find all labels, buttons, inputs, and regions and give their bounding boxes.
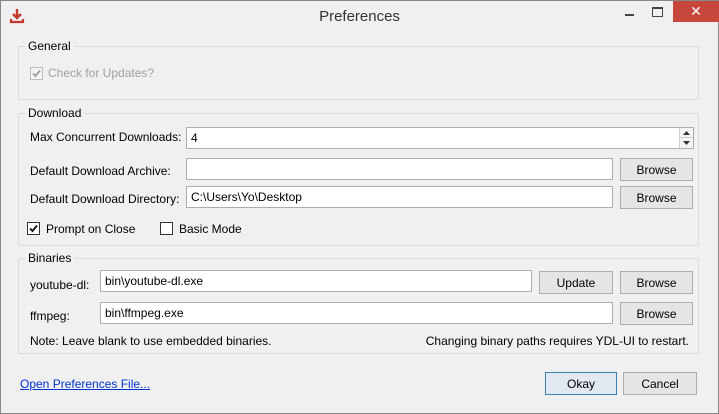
general-group: General Check for Updates? bbox=[18, 39, 699, 100]
youtube-dl-browse-label: Browse bbox=[636, 275, 677, 290]
prompt-on-close-checkbox[interactable] bbox=[27, 222, 40, 235]
archive-browse-button[interactable]: Browse bbox=[620, 158, 693, 181]
minimize-button[interactable] bbox=[616, 2, 643, 22]
okay-label: Okay bbox=[566, 376, 595, 391]
checkmark-icon bbox=[29, 224, 38, 233]
ffmpeg-label: ffmpeg: bbox=[30, 309, 70, 323]
youtube-dl-browse-button[interactable]: Browse bbox=[620, 271, 693, 294]
dialog-body: General Check for Updates? Download Max … bbox=[9, 32, 710, 405]
checkmark-icon bbox=[32, 69, 41, 78]
general-legend: General bbox=[25, 39, 74, 53]
cancel-label: Cancel bbox=[641, 376, 679, 391]
archive-input[interactable] bbox=[186, 158, 613, 180]
spinner-buttons bbox=[679, 128, 693, 148]
download-legend: Download bbox=[25, 106, 85, 120]
check-updates-label: Check for Updates? bbox=[48, 66, 155, 80]
binaries-restart-note: Changing binary paths requires YDL-UI to… bbox=[425, 334, 689, 348]
ffmpeg-browse-label: Browse bbox=[636, 306, 677, 321]
basic-mode-label[interactable]: Basic Mode bbox=[179, 222, 242, 236]
window-title: Preferences bbox=[319, 8, 400, 25]
youtube-dl-label: youtube-dl: bbox=[30, 278, 90, 292]
open-preferences-link[interactable]: Open Preferences File... bbox=[20, 377, 150, 391]
spin-down-icon[interactable] bbox=[680, 138, 693, 148]
binaries-note: Note: Leave blank to use embedded binari… bbox=[30, 334, 272, 348]
ffmpeg-input[interactable]: bin\ffmpeg.exe bbox=[100, 302, 613, 324]
basic-mode-checkbox[interactable] bbox=[160, 222, 173, 235]
prompt-on-close-label[interactable]: Prompt on Close bbox=[46, 222, 135, 236]
youtube-dl-input[interactable]: bin\youtube-dl.exe bbox=[100, 270, 532, 292]
binaries-group: Binaries youtube-dl: bin\youtube-dl.exe … bbox=[18, 251, 699, 354]
close-icon: ✕ bbox=[690, 3, 702, 19]
archive-browse-label: Browse bbox=[636, 162, 677, 177]
title-bar[interactable]: Preferences ✕ bbox=[1, 1, 719, 32]
binaries-legend: Binaries bbox=[25, 251, 75, 265]
directory-input[interactable]: C:\Users\Yo\Desktop bbox=[186, 186, 613, 208]
max-concurrent-spinner[interactable]: 4 bbox=[186, 127, 694, 149]
archive-label: Default Download Archive: bbox=[30, 164, 171, 178]
ffmpeg-browse-button[interactable]: Browse bbox=[620, 302, 693, 325]
download-group: Download Max Concurrent Downloads: 4 Def… bbox=[18, 106, 699, 246]
check-updates-checkbox[interactable] bbox=[30, 67, 43, 80]
cancel-button[interactable]: Cancel bbox=[623, 372, 697, 395]
preferences-window: Preferences ✕ General Check for Updates?… bbox=[0, 0, 719, 414]
spin-up-icon[interactable] bbox=[680, 128, 693, 138]
close-button[interactable]: ✕ bbox=[673, 1, 719, 22]
directory-browse-label: Browse bbox=[636, 190, 677, 205]
update-label: Update bbox=[556, 275, 596, 290]
maximize-button[interactable] bbox=[644, 2, 671, 22]
directory-browse-button[interactable]: Browse bbox=[620, 186, 693, 209]
okay-button[interactable]: Okay bbox=[545, 372, 617, 395]
max-concurrent-value: 4 bbox=[191, 131, 198, 145]
update-button[interactable]: Update bbox=[539, 271, 613, 294]
directory-label: Default Download Directory: bbox=[30, 192, 180, 206]
max-concurrent-label: Max Concurrent Downloads: bbox=[30, 130, 182, 144]
